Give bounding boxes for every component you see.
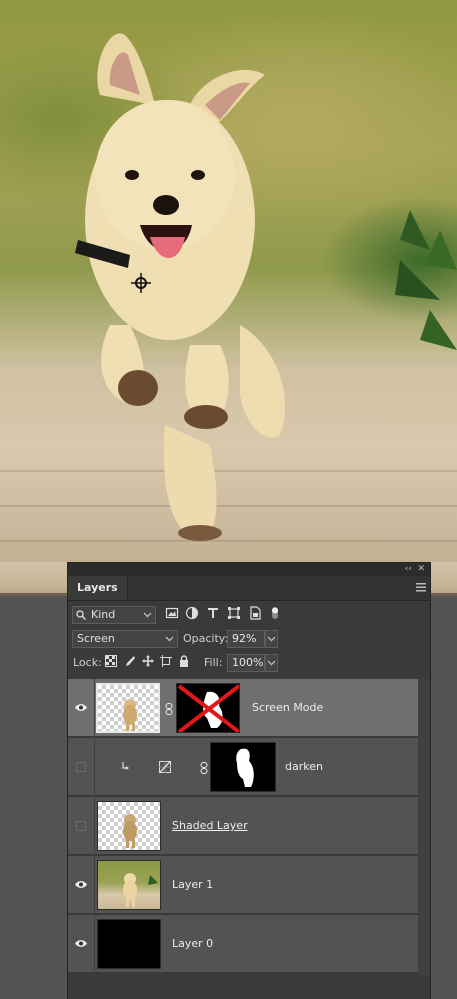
layer-name[interactable]: Screen Mode: [252, 701, 323, 715]
blend-mode-select[interactable]: Screen: [72, 630, 178, 648]
eye-icon: [75, 881, 87, 888]
type-filter-icon[interactable]: [206, 606, 220, 620]
search-icon: [76, 610, 86, 620]
lock-position-icon[interactable]: [142, 655, 154, 667]
eye-icon: [75, 940, 87, 947]
target-crosshair-icon: [131, 273, 151, 293]
layers-panel: ‹‹ ✕ Layers Kind Screen Opacity: 92% Loc…: [67, 562, 431, 999]
filter-kind-label: Kind: [91, 608, 116, 621]
panel-tabs: Layers: [68, 576, 430, 601]
layer-mask-thumbnail[interactable]: [210, 742, 276, 792]
lock-artboard-icon[interactable]: [160, 655, 172, 667]
layer-row-shaded-layer[interactable]: Shaded Layer: [68, 797, 418, 855]
layer-thumbnail[interactable]: [96, 683, 160, 733]
close-panel-icon[interactable]: ✕: [417, 563, 425, 576]
layer-row-layer-1[interactable]: Layer 1: [68, 856, 418, 914]
hidden-visibility-box: [76, 821, 86, 831]
layer-name[interactable]: Shaded Layer: [172, 819, 248, 833]
lock-all-icon[interactable]: [178, 655, 190, 667]
lock-image-icon[interactable]: [124, 655, 136, 667]
tab-layers[interactable]: Layers: [68, 576, 128, 600]
clipping-arrow-icon: [122, 762, 129, 770]
lock-row: Lock: Fill: 100%: [68, 651, 430, 675]
opacity-dropdown[interactable]: [265, 630, 278, 648]
visibility-toggle[interactable]: [68, 738, 95, 796]
blend-mode-value: Screen: [77, 632, 115, 645]
opacity-field[interactable]: 92%: [227, 630, 265, 648]
adjustment-filter-icon[interactable]: [185, 606, 199, 620]
document-canvas[interactable]: [0, 0, 457, 596]
fill-field[interactable]: 100%: [227, 654, 265, 672]
layer-thumbnail[interactable]: [97, 919, 161, 969]
hidden-visibility-box: [76, 762, 86, 772]
chevron-down-icon: [267, 636, 276, 642]
layer-row-darken[interactable]: darken: [68, 738, 418, 796]
chevron-down-icon: [267, 660, 276, 666]
fill-label: Fill:: [204, 656, 223, 669]
layer-name[interactable]: Layer 0: [172, 937, 213, 951]
curves-adjustment-icon: [159, 761, 171, 773]
panel-menu-icon[interactable]: [416, 583, 426, 592]
fill-dropdown[interactable]: [265, 654, 278, 672]
layer-name[interactable]: darken: [285, 760, 323, 774]
visibility-toggle[interactable]: [68, 797, 95, 855]
opacity-label: Opacity:: [183, 632, 229, 645]
visibility-toggle[interactable]: [68, 679, 95, 737]
layer-row-screen-mode[interactable]: Screen Mode: [68, 679, 418, 737]
lock-label: Lock:: [73, 656, 102, 669]
chain-link-icon[interactable]: [165, 703, 173, 715]
plant-leaves: [395, 210, 457, 350]
chain-link-icon[interactable]: [200, 762, 208, 774]
filter-toggle-icon[interactable]: [268, 606, 282, 620]
panel-footer: [68, 975, 430, 999]
lock-transparent-icon[interactable]: [105, 655, 117, 667]
layers-scrollbar[interactable]: [418, 679, 430, 975]
layer-mask-thumbnail[interactable]: [176, 683, 240, 733]
pixel-filter-icon[interactable]: [165, 606, 179, 620]
visibility-toggle[interactable]: [68, 915, 95, 973]
dog-photo: [75, 33, 286, 541]
panel-title-bar[interactable]: ‹‹ ✕: [68, 563, 430, 576]
eye-icon: [75, 704, 87, 711]
layer-thumbnail[interactable]: [97, 801, 161, 851]
layer-name[interactable]: Layer 1: [172, 878, 213, 892]
filter-row: Kind: [68, 603, 430, 627]
blend-row: Screen Opacity: 92%: [68, 627, 430, 651]
collapse-panel-icon[interactable]: ‹‹: [405, 563, 412, 576]
filter-kind-select[interactable]: Kind: [72, 606, 156, 624]
chevron-down-icon: [165, 636, 174, 642]
layer-row-layer-0[interactable]: Layer 0: [68, 915, 418, 973]
chevron-down-icon: [143, 612, 152, 618]
visibility-toggle[interactable]: [68, 856, 95, 914]
smart-object-filter-icon[interactable]: [248, 606, 262, 620]
layers-list: Screen Mode darken Shaded Layer Layer 1 …: [68, 679, 418, 975]
layer-thumbnail[interactable]: [97, 860, 161, 910]
shape-filter-icon[interactable]: [227, 606, 241, 620]
